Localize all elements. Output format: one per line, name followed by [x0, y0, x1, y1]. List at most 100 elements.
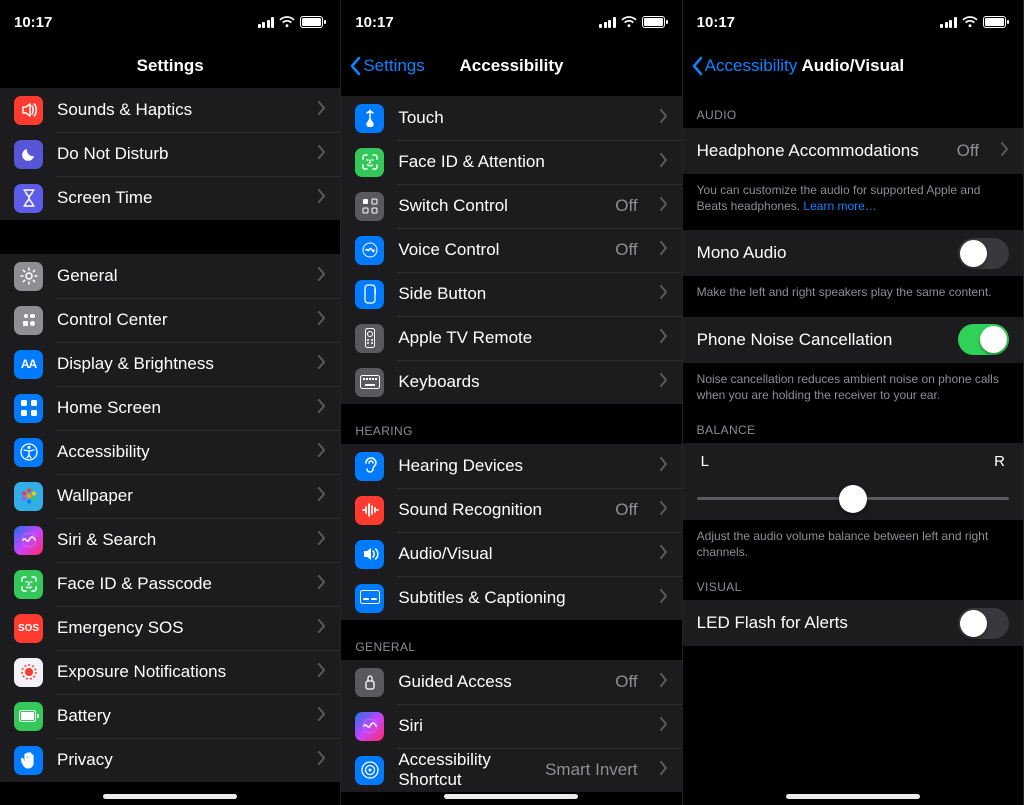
settings-row-guided-access[interactable]: Guided AccessOff	[341, 660, 681, 704]
row-label: Home Screen	[57, 398, 296, 418]
accessibility-list[interactable]: Touch Face ID & Attention Switch Control Of…	[341, 88, 681, 805]
noise-footer: Noise cancellation reduces ambient noise…	[683, 363, 1023, 409]
settings-row-sounds-haptics[interactable]: Sounds & Haptics	[0, 88, 340, 132]
guided-icon	[355, 668, 384, 697]
faceid-icon	[355, 148, 384, 177]
settings-row-accessibility[interactable]: Accessibility	[0, 430, 340, 474]
wifi-icon	[621, 16, 637, 28]
battery-icon	[983, 16, 1009, 28]
row-label: Keyboards	[398, 372, 637, 392]
row-label: Face ID & Passcode	[57, 574, 296, 594]
audio-icon	[355, 540, 384, 569]
settings-row-home-screen[interactable]: Home Screen	[0, 386, 340, 430]
settings-row-face-id-passcode[interactable]: Face ID & Passcode	[0, 562, 340, 606]
balance-left-label: L	[701, 453, 709, 470]
settings-row-do-not-disturb[interactable]: Do Not Disturb	[0, 132, 340, 176]
settings-row-sound-recognition[interactable]: Sound RecognitionOff	[341, 488, 681, 532]
audio-visual-list[interactable]: AUDIO Headphone Accommodations Off You c…	[683, 88, 1023, 805]
row-label: Screen Time	[57, 188, 296, 208]
status-time: 10:17	[14, 14, 52, 31]
settings-row-keyboards[interactable]: Keyboards	[341, 360, 681, 404]
settings-screen: 10:17 Settings Sounds & HapticsDo Not Di…	[0, 0, 341, 805]
settings-row-wallpaper[interactable]: Wallpaper	[0, 474, 340, 518]
mono-audio-toggle[interactable]	[958, 238, 1009, 269]
battery-icon	[642, 16, 668, 28]
keyboard-icon	[355, 368, 384, 397]
settings-row-emergency-sos[interactable]: SOSEmergency SOS	[0, 606, 340, 650]
settings-row-audio-visual[interactable]: Audio/Visual	[341, 532, 681, 576]
row-label: Switch Control	[398, 196, 601, 216]
noise-cancellation-row[interactable]: Phone Noise Cancellation	[683, 317, 1023, 363]
status-time: 10:17	[355, 14, 393, 31]
chevron-right-icon	[318, 530, 326, 550]
back-label: Accessibility	[705, 56, 798, 76]
row-value: Off	[615, 500, 637, 520]
settings-row-subtitles-captioning[interactable]: Subtitles & Captioning	[341, 576, 681, 620]
voice-icon	[355, 236, 384, 265]
settings-row-screen-time[interactable]: Screen Time	[0, 176, 340, 220]
noise-cancellation-toggle[interactable]	[958, 324, 1009, 355]
chevron-right-icon	[318, 662, 326, 682]
settings-row-voice-control[interactable]: Voice ControlOff	[341, 228, 681, 272]
status-bar: 10:17	[341, 0, 681, 44]
back-button[interactable]: Settings	[349, 56, 424, 76]
row-label: Control Center	[57, 310, 296, 330]
settings-row-exposure-notifications[interactable]: Exposure Notifications	[0, 650, 340, 694]
settings-row-siri[interactable]: Siri	[341, 704, 681, 748]
row-value: Off	[615, 240, 637, 260]
AA-icon: AA	[14, 350, 43, 379]
home-indicator[interactable]	[103, 794, 237, 799]
settings-row-switch-control[interactable]: Switch Control Off	[341, 184, 681, 228]
row-label: Accessibility	[57, 442, 296, 462]
row-label: General	[57, 266, 296, 286]
settings-row-privacy[interactable]: Privacy	[0, 738, 340, 782]
settings-row-apple-tv-remote[interactable]: Apple TV Remote	[341, 316, 681, 360]
section-header-hearing: HEARING	[341, 404, 681, 444]
row-label: Face ID & Attention	[398, 152, 637, 172]
chevron-right-icon	[318, 398, 326, 418]
home-indicator[interactable]	[786, 794, 920, 799]
settings-row-face-id-attention[interactable]: Face ID & Attention	[341, 140, 681, 184]
faceid-icon	[14, 570, 43, 599]
settings-row-hearing-devices[interactable]: Hearing Devices	[341, 444, 681, 488]
settings-row-accessibility-shortcut[interactable]: Accessibility ShortcutSmart Invert	[341, 748, 681, 792]
balance-slider[interactable]	[697, 484, 1009, 514]
headphone-accommodations-row[interactable]: Headphone Accommodations Off	[683, 128, 1023, 174]
sos-icon: SOS	[14, 614, 43, 643]
row-label: Wallpaper	[57, 486, 296, 506]
settings-row-display-brightness[interactable]: AADisplay & Brightness	[0, 342, 340, 386]
cellular-icon	[940, 17, 957, 28]
settings-row-general[interactable]: General	[0, 254, 340, 298]
settings-row-side-button[interactable]: Side Button	[341, 272, 681, 316]
home-indicator[interactable]	[444, 794, 578, 799]
row-label: Hearing Devices	[398, 456, 637, 476]
flower-icon	[14, 482, 43, 511]
led-flash-toggle[interactable]	[958, 608, 1009, 639]
led-flash-row[interactable]: LED Flash for Alerts	[683, 600, 1023, 646]
back-button[interactable]: Accessibility	[691, 56, 798, 76]
wifi-icon	[279, 16, 295, 28]
balance-right-label: R	[994, 453, 1005, 470]
mono-audio-row[interactable]: Mono Audio	[683, 230, 1023, 276]
settings-row-siri-search[interactable]: Siri & Search	[0, 518, 340, 562]
chevron-right-icon	[318, 574, 326, 594]
balance-slider-thumb[interactable]	[839, 485, 867, 513]
row-label: Apple TV Remote	[398, 328, 637, 348]
accessibility-screen: 10:17 Settings Accessibility Touch Face I…	[341, 0, 682, 805]
chevron-right-icon	[660, 372, 668, 392]
settings-row-battery[interactable]: Battery	[0, 694, 340, 738]
chevron-right-icon	[660, 588, 668, 608]
row-label: Do Not Disturb	[57, 144, 296, 164]
chevron-right-icon	[660, 672, 668, 692]
hourglass-icon	[14, 184, 43, 213]
row-label: Siri	[398, 716, 637, 736]
row-value: Off	[615, 672, 637, 692]
settings-row-control-center[interactable]: Control Center	[0, 298, 340, 342]
row-value: Off	[615, 196, 637, 216]
status-icons	[940, 16, 1009, 28]
nav-bar: Accessibility Audio/Visual	[683, 44, 1023, 88]
learn-more-link[interactable]: Learn more…	[803, 199, 876, 213]
settings-list[interactable]: Sounds & Haptics Do Not Disturb Screen Tim…	[0, 88, 340, 805]
nav-bar: Settings Accessibility	[341, 44, 681, 88]
settings-row-touch[interactable]: Touch	[341, 96, 681, 140]
